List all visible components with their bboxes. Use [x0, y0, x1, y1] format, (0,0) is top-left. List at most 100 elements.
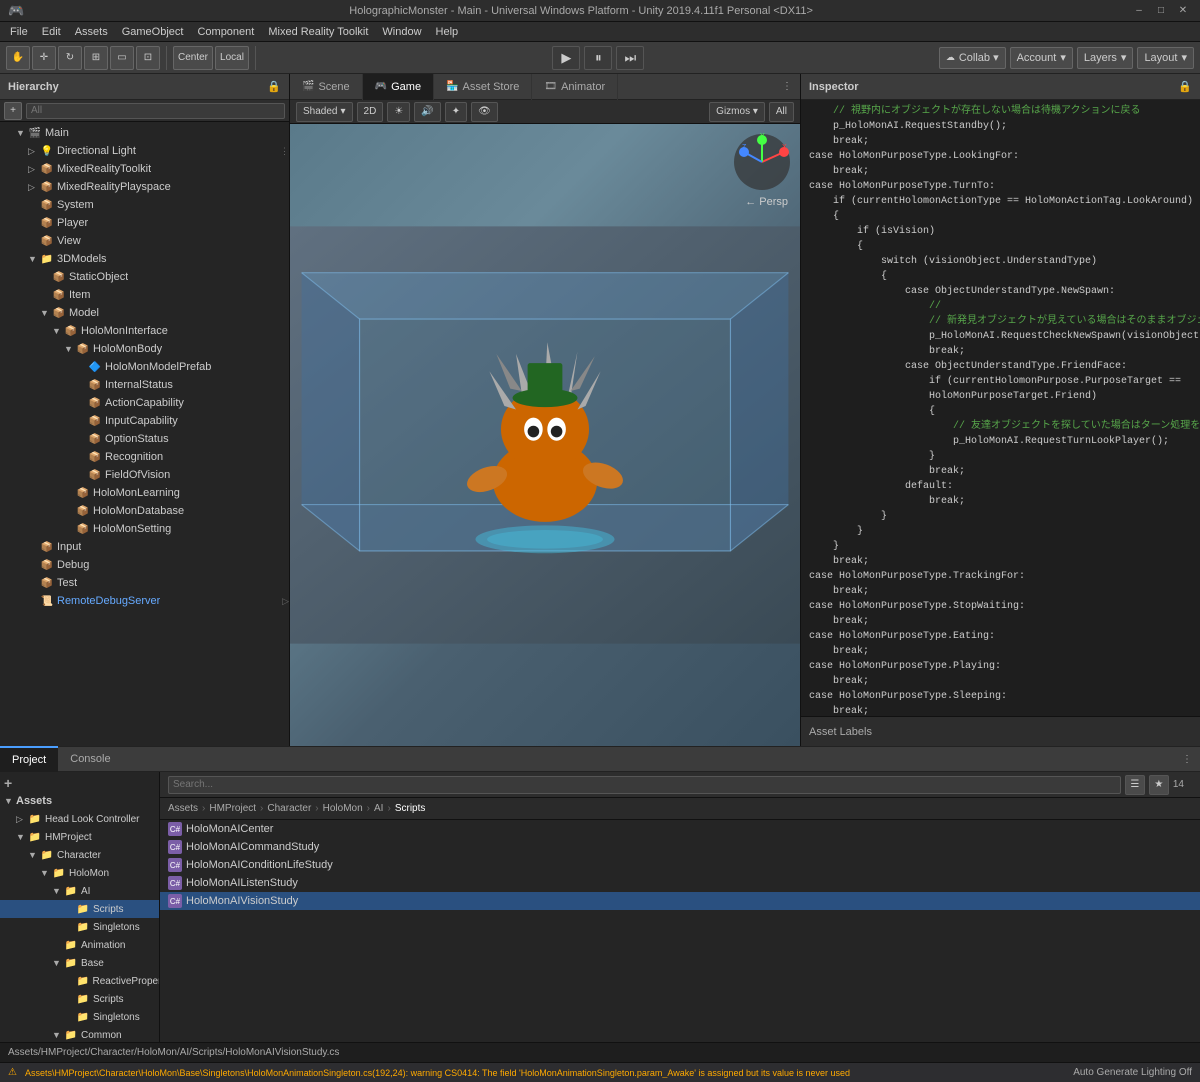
menu-edit[interactable]: Edit	[36, 24, 67, 40]
pause-button[interactable]: ⏸	[584, 46, 612, 70]
2d-toggle[interactable]: 2D	[357, 102, 384, 122]
asset-tree-base[interactable]: ▼ 📁 Base	[0, 954, 159, 972]
menu-mixed-reality[interactable]: Mixed Reality Toolkit	[262, 24, 374, 40]
tree-item-holoMonModelPrefab[interactable]: 🔷 HoloMonModelPrefab	[0, 358, 289, 376]
layers-dropdown[interactable]: Layers ▾	[1077, 47, 1134, 69]
asset-tree-assets[interactable]: ▼ Assets	[0, 792, 159, 810]
tree-item-model[interactable]: ▼ 📦 Model	[0, 304, 289, 322]
hand-tool[interactable]: ✋	[6, 46, 30, 70]
sound-toggle[interactable]: 🔊	[414, 102, 440, 122]
tab-scene[interactable]: 🎬 Scene	[290, 74, 363, 100]
tree-item-directional-light[interactable]: ▷ 💡 Directional Light ⋮	[0, 142, 289, 160]
lock-icon[interactable]: 🔒	[267, 80, 281, 93]
path-scripts[interactable]: Scripts	[395, 803, 426, 814]
step-button[interactable]: ⏭	[616, 46, 644, 70]
account-dropdown[interactable]: Account ▾	[1010, 47, 1073, 69]
asset-tree-reactive[interactable]: 📁 ReactiveProper	[0, 972, 159, 990]
tree-item-optionStatus[interactable]: 📦 OptionStatus	[0, 430, 289, 448]
hierarchy-search[interactable]	[26, 103, 285, 119]
move-tool[interactable]: ✛	[32, 46, 56, 70]
tree-item-internalStatus[interactable]: 📦 InternalStatus	[0, 376, 289, 394]
lighting-toggle[interactable]: ☀	[387, 102, 410, 122]
path-hmproject[interactable]: HMProject	[209, 803, 256, 814]
asset-tree-scripts-base[interactable]: 📁 Scripts	[0, 990, 159, 1008]
menu-help[interactable]: Help	[430, 24, 465, 40]
hidden-toggle[interactable]: 👁	[471, 102, 498, 122]
tree-item-debug[interactable]: 📦 Debug	[0, 556, 289, 574]
tree-item-recognition[interactable]: 📦 Recognition	[0, 448, 289, 466]
play-button[interactable]: ▶	[552, 46, 580, 70]
asset-tree-scripts-ai[interactable]: 📁 Scripts	[0, 900, 159, 918]
inspector-lock[interactable]: 🔒	[1178, 80, 1192, 93]
tree-item-mixed-reality-toolkit[interactable]: ▷ 📦 MixedRealityToolkit	[0, 160, 289, 178]
layout-dropdown[interactable]: Layout ▾	[1137, 47, 1194, 69]
tab-animator[interactable]: 🎞 Animator	[532, 74, 618, 100]
search-options-button[interactable]: ☰	[1125, 775, 1145, 795]
scene-gizmo[interactable]: X Y Z	[732, 132, 792, 192]
menu-gameobject[interactable]: GameObject	[116, 24, 190, 40]
tab-project[interactable]: Project	[0, 746, 58, 772]
tree-item-holoMonBody[interactable]: ▼ 📦 HoloMonBody	[0, 340, 289, 358]
asset-holoMonAICommandStudy[interactable]: C# HoloMonAICommandStudy	[160, 838, 1200, 856]
rotate-tool[interactable]: ↻	[58, 46, 82, 70]
path-assets[interactable]: Assets	[168, 803, 198, 814]
menu-component[interactable]: Component	[191, 24, 260, 40]
tree-item-view[interactable]: 📦 View	[0, 232, 289, 250]
gizmos-dropdown[interactable]: Gizmos ▾	[709, 102, 765, 122]
scene-options[interactable]: ⋮	[774, 81, 800, 92]
close-button[interactable]: ✕	[1174, 2, 1192, 20]
menu-assets[interactable]: Assets	[69, 24, 114, 40]
tree-item-player[interactable]: 📦 Player	[0, 214, 289, 232]
asset-tree-singletons-base[interactable]: 📁 Singletons	[0, 1008, 159, 1026]
bottom-tab-options[interactable]: ⋮	[1174, 754, 1200, 765]
tab-console[interactable]: Console	[58, 746, 122, 772]
asset-tree-common[interactable]: ▼ 📁 Common	[0, 1026, 159, 1042]
asset-tree-ai[interactable]: ▼ 📁 AI	[0, 882, 159, 900]
asset-holoMonAIConditionLifeStudy[interactable]: C# HoloMonAIConditionLifeStudy	[160, 856, 1200, 874]
menu-window[interactable]: Window	[376, 24, 427, 40]
tree-item-main[interactable]: ▼ 🎬 Main	[0, 124, 289, 142]
tree-item-test[interactable]: 📦 Test	[0, 574, 289, 592]
tree-item-holoMonInterface[interactable]: ▼ 📦 HoloMonInterface	[0, 322, 289, 340]
asset-tree-add[interactable]: +	[0, 774, 159, 792]
transform-tool[interactable]: ⊡	[136, 46, 160, 70]
asset-tree-singletons-ai[interactable]: 📁 Singletons	[0, 918, 159, 936]
favorite-button[interactable]: ★	[1149, 775, 1169, 795]
shading-dropdown[interactable]: Shaded ▾	[296, 102, 353, 122]
asset-holoMonAIVisionStudy[interactable]: C# HoloMonAIVisionStudy	[160, 892, 1200, 910]
tree-item-inputCapability[interactable]: 📦 InputCapability	[0, 412, 289, 430]
tree-item-input[interactable]: 📦 Input	[0, 538, 289, 556]
asset-tree-holomon[interactable]: ▼ 📁 HoloMon	[0, 864, 159, 882]
local-toggle[interactable]: Local	[215, 46, 249, 70]
tree-item-item[interactable]: 📦 Item	[0, 286, 289, 304]
menu-file[interactable]: File	[4, 24, 34, 40]
tree-item-holoMonSetting[interactable]: 📦 HoloMonSetting	[0, 520, 289, 538]
asset-holoMonAIListenStudy[interactable]: C# HoloMonAIListenStudy	[160, 874, 1200, 892]
asset-tree-hmproject[interactable]: ▼ 📁 HMProject	[0, 828, 159, 846]
scale-tool[interactable]: ⊞	[84, 46, 108, 70]
hierarchy-add-button[interactable]: +	[4, 102, 22, 120]
tab-game[interactable]: 🎮 Game	[363, 74, 434, 100]
effects-toggle[interactable]: ✦	[445, 102, 467, 122]
rect-tool[interactable]: ▭	[110, 46, 134, 70]
tree-item-actionCapability[interactable]: 📦 ActionCapability	[0, 394, 289, 412]
tree-item-holoMonDatabase[interactable]: 📦 HoloMonDatabase	[0, 502, 289, 520]
asset-holoMonAICenter[interactable]: C# HoloMonAICenter	[160, 820, 1200, 838]
tree-item-holoMonLearning[interactable]: 📦 HoloMonLearning	[0, 484, 289, 502]
asset-tree-head-look[interactable]: ▷ 📁 Head Look Controller	[0, 810, 159, 828]
path-holomon[interactable]: HoloMon	[323, 803, 363, 814]
maximize-button[interactable]: □	[1152, 2, 1170, 20]
scene-viewport[interactable]: ← Persp X Y Z	[290, 124, 800, 746]
asset-tree-character[interactable]: ▼ 📁 Character	[0, 846, 159, 864]
tree-item-3dmodels[interactable]: ▼ 📁 3DModels	[0, 250, 289, 268]
tree-item-system[interactable]: 📦 System	[0, 196, 289, 214]
asset-tree-animation[interactable]: 📁 Animation	[0, 936, 159, 954]
tree-item-remoteDebugServer[interactable]: 📜 RemoteDebugServer ▷	[0, 592, 289, 610]
path-ai[interactable]: AI	[374, 803, 383, 814]
tree-item-fieldOfVision[interactable]: 📦 FieldOfVision	[0, 466, 289, 484]
all-layers[interactable]: All	[769, 102, 794, 122]
tree-item-static-object[interactable]: 📦 StaticObject	[0, 268, 289, 286]
path-character[interactable]: Character	[267, 803, 311, 814]
tab-asset-store[interactable]: 🏪 Asset Store	[434, 74, 532, 100]
collab-dropdown[interactable]: ☁ Collab ▾	[939, 47, 1006, 69]
